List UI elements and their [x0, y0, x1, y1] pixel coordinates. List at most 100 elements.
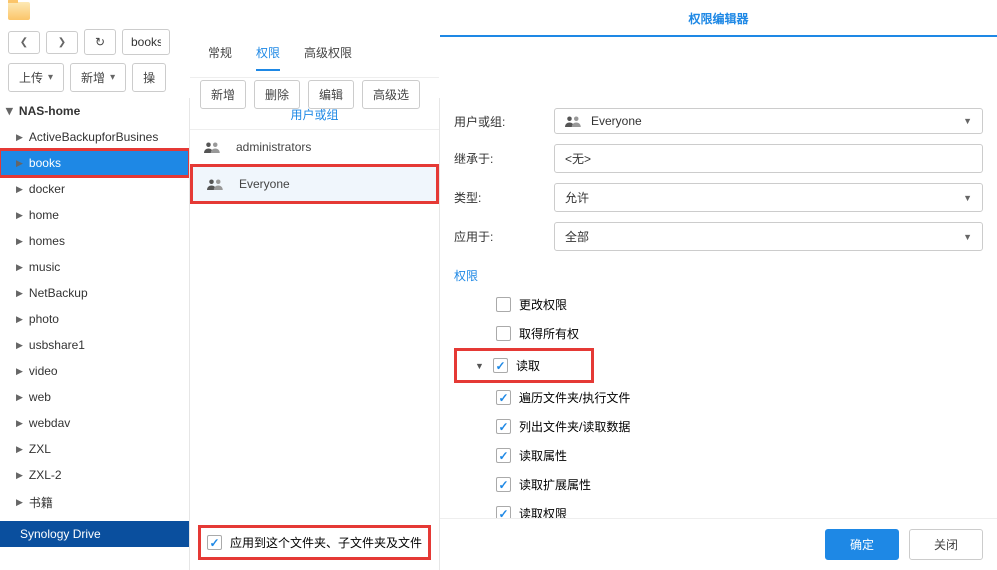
- tree-item-usbshare1[interactable]: ▶usbshare1: [0, 332, 189, 358]
- checkbox[interactable]: [496, 448, 511, 463]
- perm-item[interactable]: 读取扩展属性: [454, 470, 983, 499]
- tree-root[interactable]: ▶ NAS-home: [0, 98, 189, 124]
- expand-icon: ▶: [16, 184, 23, 195]
- select-user[interactable]: Everyone ▼: [554, 108, 983, 134]
- close-button[interactable]: 关闭: [909, 529, 983, 560]
- form-area: 用户或组: Everyone ▼ 继承于: <无> 类型: 允许▼ 应用于:: [440, 98, 997, 265]
- apply-recursive-checkbox[interactable]: [207, 535, 222, 550]
- tree-item-video[interactable]: ▶ video: [0, 358, 189, 384]
- tree-item-homes[interactable]: ▶homes: [0, 228, 189, 254]
- perm-item[interactable]: 列出文件夹/读取数据: [454, 412, 983, 441]
- folder-tree: ▶ NAS-home ▶ActiveBackupforBusines▶books…: [0, 98, 190, 570]
- forward-button[interactable]: ❯: [46, 31, 78, 54]
- add-button[interactable]: 新增: [200, 80, 246, 109]
- expand-icon: ▶: [16, 288, 23, 299]
- expand-icon: ▶: [16, 236, 23, 247]
- tree-item-webdav[interactable]: ▶ webdav: [0, 410, 189, 436]
- chevron-left-icon: ❮: [20, 37, 28, 48]
- path-input[interactable]: [122, 29, 170, 55]
- perm-item[interactable]: 读取权限: [454, 499, 983, 518]
- folder-icon: [8, 2, 30, 20]
- person-icon: [565, 114, 583, 128]
- perm-take-ownership[interactable]: 取得所有权: [454, 319, 983, 348]
- perm-label: 读取属性: [519, 447, 567, 464]
- tab-advanced[interactable]: 高级权限: [304, 44, 352, 71]
- tree-item-label: home: [29, 208, 59, 222]
- perm-toolbar: 新增 删除 编辑 高级选: [190, 72, 439, 117]
- tab-permissions[interactable]: 权限: [256, 44, 280, 71]
- tree-item-photo[interactable]: ▶photo: [0, 306, 189, 332]
- label-inherit: 继承于:: [454, 150, 554, 167]
- user-row-label: Everyone: [239, 177, 290, 191]
- perm-item[interactable]: 遍历文件夹/执行文件: [454, 383, 983, 412]
- tree-item-label: music: [29, 260, 60, 274]
- select-inherit-value: <无>: [565, 150, 591, 167]
- action-toolbar: 上传▾ 新增▾ 操: [0, 59, 997, 96]
- expand-icon: ▶: [16, 210, 23, 221]
- tree-item-synology-drive[interactable]: Synology Drive: [0, 521, 189, 547]
- select-type[interactable]: 允许▼: [554, 183, 983, 212]
- expand-icon: ▶: [16, 262, 23, 273]
- refresh-button[interactable]: ↻: [84, 29, 116, 55]
- select-apply[interactable]: 全部▼: [554, 222, 983, 251]
- perm-read-group[interactable]: ▼读取: [454, 348, 594, 383]
- tab-general[interactable]: 常规: [208, 44, 232, 71]
- tree-item-docker[interactable]: ▶docker: [0, 176, 189, 202]
- tree-item-zxl-2[interactable]: ▶ZXL-2: [0, 462, 189, 488]
- tree-item-zxl[interactable]: ▶ZXL: [0, 436, 189, 462]
- tree-item-label: web: [29, 390, 51, 404]
- label-type: 类型:: [454, 189, 554, 206]
- permissions-header: 权限: [440, 265, 997, 290]
- perm-change-permissions[interactable]: 更改权限: [454, 290, 983, 319]
- tree-item-书籍[interactable]: ▶书籍: [0, 488, 189, 517]
- checkbox[interactable]: [496, 506, 511, 518]
- upload-button[interactable]: 上传▾: [8, 63, 64, 92]
- expand-icon: ▶: [16, 497, 23, 508]
- expand-icon: ▶: [16, 314, 23, 325]
- dialog-title: 权限编辑器: [440, 0, 997, 37]
- advopt-button[interactable]: 高级选: [362, 80, 420, 109]
- apply-recursive-label: 应用到这个文件夹、子文件夹及文件: [230, 534, 422, 551]
- perm-label: 读取扩展属性: [519, 476, 591, 493]
- tree-item-label: ActiveBackupforBusines: [29, 130, 158, 144]
- tree-item-web[interactable]: ▶web: [0, 384, 189, 410]
- create-button[interactable]: 新增▾: [70, 63, 126, 92]
- tree-item-netbackup[interactable]: ▶NetBackup: [0, 280, 189, 306]
- user-row-everyone[interactable]: Everyone: [190, 164, 439, 204]
- perm-label: 更改权限: [519, 296, 567, 313]
- expand-icon: ▶: [16, 340, 23, 351]
- expand-icon: ▶: [16, 418, 23, 429]
- delete-button[interactable]: 删除: [254, 80, 300, 109]
- user-row-administrators[interactable]: administrators: [190, 130, 439, 164]
- chevron-down-icon: ▾: [110, 72, 115, 83]
- more-button[interactable]: 操: [132, 63, 166, 92]
- tree-item-books[interactable]: ▶books: [0, 150, 189, 176]
- perm-item[interactable]: 读取属性: [454, 441, 983, 470]
- back-button[interactable]: ❮: [8, 31, 40, 54]
- select-user-value: Everyone: [591, 114, 642, 128]
- edit-button[interactable]: 编辑: [308, 80, 354, 109]
- checkbox[interactable]: [496, 419, 511, 434]
- checkbox[interactable]: [496, 297, 511, 312]
- tree-item-home[interactable]: ▶ home: [0, 202, 189, 228]
- perm-label: 列出文件夹/读取数据: [519, 418, 630, 435]
- checkbox[interactable]: [496, 390, 511, 405]
- permission-editor-dialog: 用户或组: Everyone ▼ 继承于: <无> 类型: 允许▼ 应用于:: [440, 98, 997, 570]
- ok-button[interactable]: 确定: [825, 529, 899, 560]
- collapse-icon[interactable]: ▼: [475, 361, 485, 371]
- tree-item-label: video: [29, 364, 58, 378]
- expand-icon: ▶: [16, 158, 23, 169]
- tree-item-label: webdav: [29, 416, 70, 430]
- tree-item-music[interactable]: ▶ music: [0, 254, 189, 280]
- checkbox[interactable]: [496, 326, 511, 341]
- select-inherit[interactable]: <无>: [554, 144, 983, 173]
- checkbox[interactable]: [496, 477, 511, 492]
- tree-item-activebackupforbusines[interactable]: ▶ActiveBackupforBusines: [0, 124, 189, 150]
- checkbox[interactable]: [493, 358, 508, 373]
- apply-recursive-row[interactable]: 应用到这个文件夹、子文件夹及文件: [198, 525, 431, 560]
- expand-icon: ▶: [16, 366, 23, 377]
- dialog-footer: 确定 关闭: [440, 518, 997, 570]
- user-row-label: administrators: [236, 140, 311, 154]
- perm-label: 取得所有权: [519, 325, 579, 342]
- tree-item-label: ZXL-2: [29, 468, 62, 482]
